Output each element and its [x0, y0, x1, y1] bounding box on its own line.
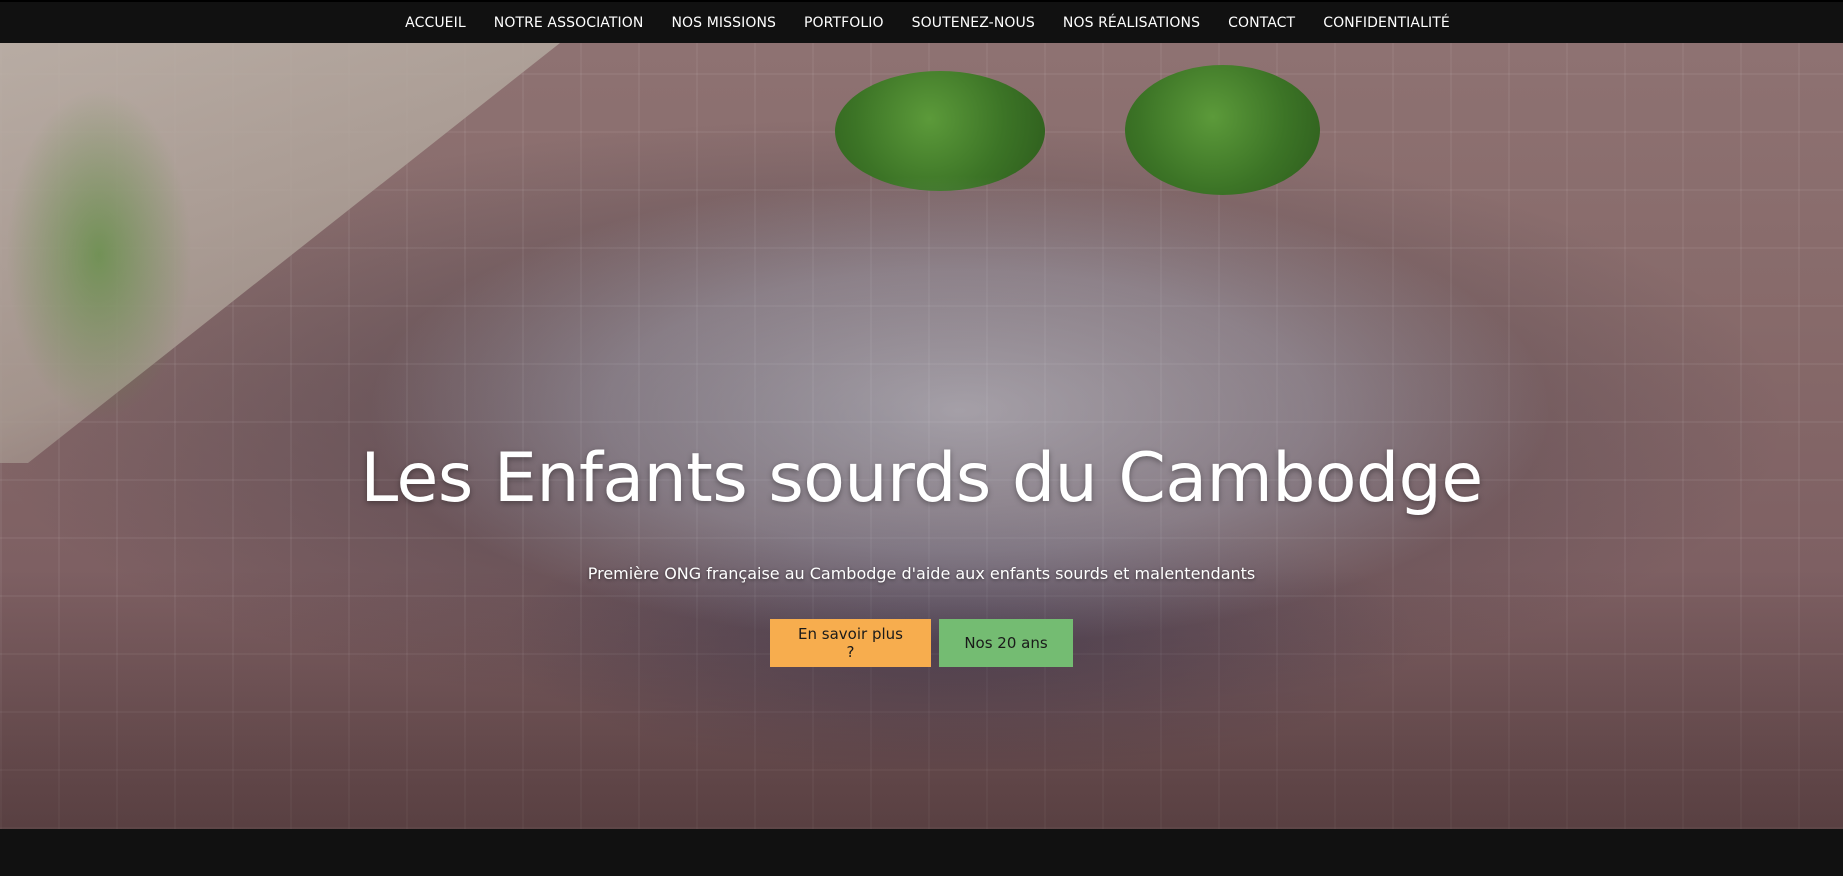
hero-content: Les Enfants sourds du Cambodge Première … [0, 43, 1843, 829]
hero-section: Les Enfants sourds du Cambodge Première … [0, 43, 1843, 829]
hero-title: Les Enfants sourds du Cambodge [360, 439, 1483, 518]
nav-item-contact[interactable]: CONTACT [1214, 15, 1309, 31]
nav-item-accueil[interactable]: ACCUEIL [391, 15, 480, 31]
top-navbar: ACCUEIL NOTRE ASSOCIATION NOS MISSIONS P… [0, 0, 1843, 43]
nav-item-soutenez-nous[interactable]: SOUTENEZ-NOUS [898, 15, 1049, 31]
nav-item-nos-missions[interactable]: NOS MISSIONS [657, 15, 790, 31]
nav-menu: ACCUEIL NOTRE ASSOCIATION NOS MISSIONS P… [391, 15, 1464, 31]
anniversary-button[interactable]: Nos 20 ans [939, 619, 1073, 667]
page-bottom-strip [0, 829, 1843, 876]
hero-buttons: En savoir plus ? Nos 20 ans [0, 619, 1843, 667]
hero-subtitle: Première ONG française au Cambodge d'aid… [587, 564, 1256, 583]
nav-item-nos-realisations[interactable]: NOS RÉALISATIONS [1049, 15, 1214, 31]
nav-item-notre-association[interactable]: NOTRE ASSOCIATION [480, 15, 658, 31]
nav-item-portfolio[interactable]: PORTFOLIO [790, 15, 898, 31]
nav-item-confidentialite[interactable]: CONFIDENTIALITÉ [1309, 15, 1464, 31]
learn-more-button[interactable]: En savoir plus ? [770, 619, 931, 667]
